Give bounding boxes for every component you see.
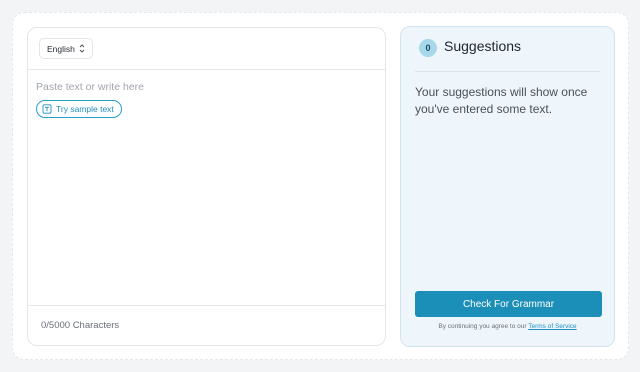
language-select[interactable]: English [39, 38, 93, 59]
try-sample-text-button[interactable]: Try sample text [36, 100, 122, 118]
try-sample-text-label: Try sample text [56, 104, 114, 114]
empty-suggestions-message: Your suggestions will show once you've e… [415, 85, 588, 116]
chevron-updown-icon [79, 44, 85, 53]
text-editor[interactable]: English Paste text or write here Try sam… [27, 27, 386, 346]
editor-toolbar: English [28, 28, 385, 70]
panel-divider [415, 71, 600, 72]
terms-prefix: By continuing you agree to our [438, 323, 527, 330]
editor-footer: 0/5000 Characters [28, 305, 385, 345]
suggestions-title: Suggestions [444, 38, 522, 54]
suggestions-panel: 0 Suggestions Your suggestions will show… [400, 26, 615, 347]
character-count: 0/5000 Characters [41, 320, 120, 331]
document-icon [42, 104, 52, 114]
check-for-grammar-button[interactable]: Check For Grammar [415, 291, 602, 317]
language-label: English [47, 43, 75, 54]
terms-of-service-link[interactable]: Terms of Service [528, 323, 576, 330]
suggestion-count-badge: 0 [419, 39, 437, 57]
terms-notice: By continuing you agree to our Terms of … [401, 323, 614, 330]
editor-placeholder[interactable]: Paste text or write here [36, 81, 144, 93]
